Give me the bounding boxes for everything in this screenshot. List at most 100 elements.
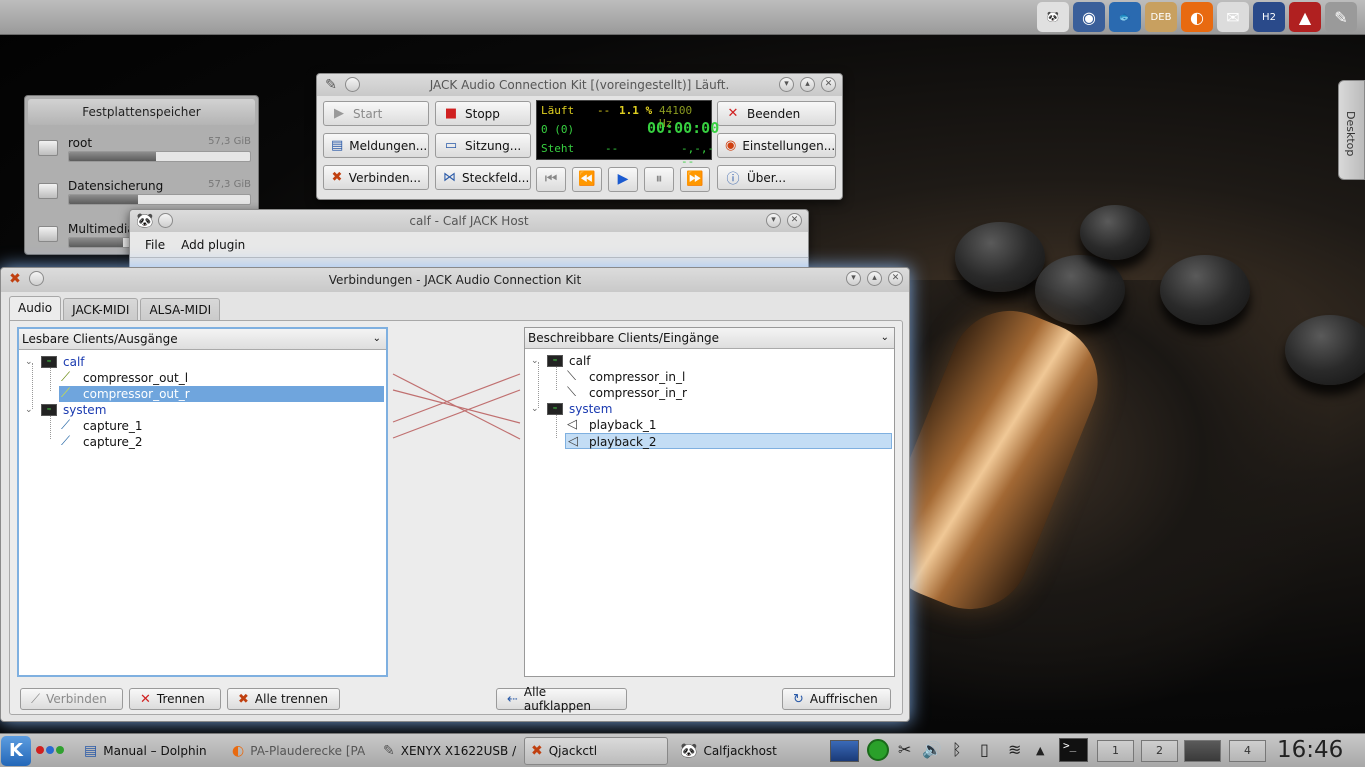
writable-clients-header[interactable]: Beschreibbare Clients/Eingänge ⌄	[525, 328, 894, 349]
port-name: capture_1	[83, 419, 143, 433]
scissors-icon[interactable]: ✂	[898, 740, 911, 759]
tray-expand-icon[interactable]: ▲	[1036, 744, 1044, 757]
expand-arrow-icon[interactable]: ⌄	[25, 354, 33, 370]
stop-label: Stopp	[465, 106, 500, 121]
connections-titlebar[interactable]: ✖ Verbindungen - JACK Audio Connection K…	[1, 268, 909, 292]
readable-clients-header[interactable]: Lesbare Clients/Ausgänge ⌄	[19, 329, 386, 350]
client-calf[interactable]: ⌄ ≈ calf	[23, 354, 383, 370]
about-button[interactable]: ⓘ Über...	[717, 165, 836, 190]
volume-icon[interactable]: 🔊	[922, 740, 942, 759]
bluetooth-icon[interactable]: ᛒ	[952, 740, 962, 759]
qjackctl-titlebar[interactable]: ✎ JACK Audio Connection Kit [(voreingest…	[317, 74, 842, 96]
task-xenyx[interactable]: ✎ XENYX X1622USB / ...	[377, 737, 517, 765]
client-system[interactable]: ⌄ ≈ system	[529, 401, 889, 417]
terminal-icon[interactable]: >_	[1059, 738, 1088, 762]
fish-icon[interactable]: 🐟	[1109, 2, 1141, 32]
menu-file[interactable]: File	[145, 238, 165, 252]
wifi-icon[interactable]: ≋	[1008, 740, 1021, 759]
port-capture-1[interactable]: ⟋ capture_1	[59, 418, 384, 434]
rewind-button[interactable]: ⏪	[572, 167, 602, 192]
maximize-button[interactable]: ▴	[867, 271, 882, 286]
writable-clients-list[interactable]: Beschreibbare Clients/Eingänge ⌄ ⌄ ≈ cal…	[524, 327, 895, 677]
port-compressor-in-r[interactable]: ⟍ compressor_in_r	[565, 385, 890, 401]
klipper-screen-icon[interactable]	[830, 740, 859, 762]
status-green-icon[interactable]	[867, 739, 889, 761]
menu-add-plugin[interactable]: Add plugin	[181, 238, 245, 252]
mail-icon[interactable]: ✉	[1217, 2, 1249, 32]
disk-row-root[interactable]: root 57,3 GiB	[35, 134, 255, 170]
desktop-toolbox[interactable]: Desktop	[1338, 80, 1365, 180]
application-launcher-button[interactable]: K	[1, 736, 31, 766]
deb-package-icon[interactable]: DEB	[1145, 2, 1177, 32]
disconnect-button[interactable]: ✕ Trennen	[129, 688, 221, 710]
patchbay-button[interactable]: ⋈ Steckfeld...	[435, 165, 531, 190]
rewind-start-button[interactable]: ⏮	[536, 167, 566, 192]
messages-button[interactable]: ▤ Meldungen...	[323, 133, 429, 158]
port-capture-2[interactable]: ⟋ capture_2	[59, 434, 384, 450]
pager-desktop-1[interactable]: 1	[1097, 740, 1134, 762]
port-playback-1[interactable]: ◁ playback_1	[565, 417, 890, 433]
panda-icon[interactable]: 🐼	[1037, 2, 1069, 32]
expand-arrow-icon[interactable]: ⌄	[531, 401, 539, 417]
port-compressor-in-l[interactable]: ⟍ compressor_in_l	[565, 369, 890, 385]
minimize-button[interactable]: ▾	[779, 77, 794, 92]
firefox-icon[interactable]: ◐	[1181, 2, 1213, 32]
calf-titlebar[interactable]: 🐼 calf - Calf JACK Host ▾ ✕	[130, 210, 808, 232]
tab-alsa-midi[interactable]: ALSA-MIDI	[140, 298, 221, 321]
keep-above-button[interactable]	[29, 271, 44, 286]
pencil-icon[interactable]: ✎	[1325, 2, 1357, 32]
task-firefox[interactable]: ◐ PA-Plauderecke [PA]	[226, 737, 366, 765]
disconnect-all-button[interactable]: ✖ Alle trennen	[227, 688, 340, 710]
close-button[interactable]: ✕	[821, 77, 836, 92]
disk-row-backup[interactable]: Datensicherung 57,3 GiB	[35, 177, 255, 213]
clock[interactable]: 16:46	[1277, 737, 1343, 763]
disc-icon[interactable]: ◉	[1073, 2, 1105, 32]
maximize-button[interactable]: ▴	[800, 77, 815, 92]
port-compressor-out-l[interactable]: ⟋ compressor_out_l	[59, 370, 384, 386]
refresh-button[interactable]: ↻ Auffrischen	[782, 688, 891, 710]
minimize-button[interactable]: ▾	[846, 271, 861, 286]
keep-above-button[interactable]	[158, 213, 173, 228]
battery-icon[interactable]: ▯	[980, 740, 989, 759]
pause-button[interactable]: ⏸	[644, 167, 674, 192]
client-system[interactable]: ⌄ ≈ system	[23, 402, 383, 418]
quit-button[interactable]: ✕ Beenden	[717, 101, 836, 126]
pager-desktop-4[interactable]: 4	[1229, 740, 1266, 762]
setup-button[interactable]: ◉ Einstellungen...	[717, 133, 836, 158]
pager-desktop-3[interactable]	[1184, 740, 1221, 762]
session-button[interactable]: ▭ Sitzung...	[435, 133, 531, 158]
stop-button[interactable]: ■ Stopp	[435, 101, 531, 126]
expand-arrow-icon[interactable]: ⌄	[25, 402, 33, 418]
tab-jack-midi[interactable]: JACK-MIDI	[63, 298, 139, 321]
close-button[interactable]: ✕	[888, 271, 903, 286]
pager-desktop-2[interactable]: 2	[1141, 740, 1178, 762]
task-calfjackhost[interactable]: 🐼 Calfjackhost	[674, 737, 814, 765]
client-calf[interactable]: ⌄ ≈ calf	[529, 353, 889, 369]
calf-app-icon[interactable]: 🐼	[136, 213, 153, 229]
task-qjackctl[interactable]: ✖ Qjackctl	[524, 737, 668, 765]
start-button[interactable]: ▶ Start	[323, 101, 429, 126]
status-display[interactable]: Läuft -- 1.1 % 44100 Hz 0 (0) 00:00:00 S…	[536, 100, 719, 168]
expand-arrow-icon[interactable]: ⌄	[531, 353, 539, 369]
pause-icon: ⏸	[655, 171, 663, 187]
port-playback-2[interactable]: ◁ playback_2	[565, 433, 892, 449]
port-compressor-out-r[interactable]: ⟋ compressor_out_r	[59, 386, 384, 402]
disk-usage-bar	[68, 194, 251, 205]
close-button[interactable]: ✕	[787, 213, 802, 228]
h2-icon[interactable]: H2	[1253, 2, 1285, 32]
tab-audio[interactable]: Audio	[9, 296, 62, 321]
task-dolphin[interactable]: ▤ Manual – Dolphin	[78, 737, 224, 765]
expand-all-button[interactable]: ⇠ Alle aufklappen	[496, 685, 627, 713]
connection-lines-view[interactable]	[390, 327, 525, 677]
connections-app-icon[interactable]: ✖	[7, 271, 23, 287]
readable-clients-list[interactable]: Lesbare Clients/Ausgänge ⌄ ⌄ ≈ calf ⟋ co…	[17, 327, 388, 677]
play-button[interactable]: ▶	[608, 167, 638, 192]
qjackctl-app-icon[interactable]: ✎	[323, 77, 339, 93]
connect-ports-button[interactable]: ⟋ Verbinden	[20, 688, 123, 710]
keep-above-button[interactable]	[345, 77, 360, 92]
activity-dots-icon[interactable]	[36, 746, 64, 754]
connect-button[interactable]: ✖ Verbinden...	[323, 165, 429, 190]
ardour-icon[interactable]: ▲	[1289, 2, 1321, 32]
fast-forward-button[interactable]: ⏩	[680, 167, 710, 192]
minimize-button[interactable]: ▾	[766, 213, 781, 228]
